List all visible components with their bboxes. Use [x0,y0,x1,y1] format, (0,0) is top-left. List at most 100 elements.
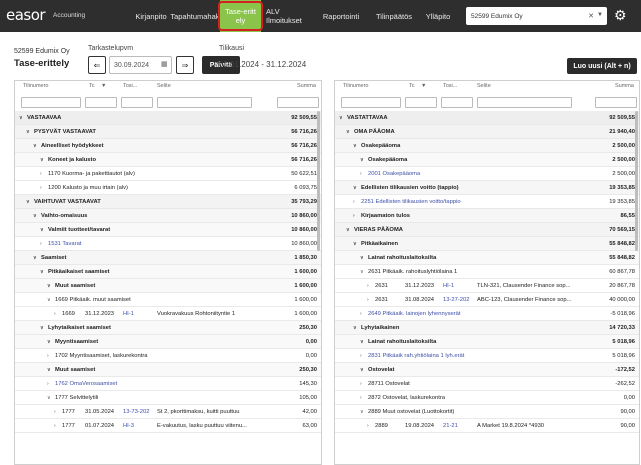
clear-icon[interactable]: ✕ [588,12,594,20]
chevron-down-icon[interactable]: ∨ [47,395,51,401]
chevron-down-icon[interactable]: ∨ [47,297,51,303]
filter-selite-input[interactable] [477,97,572,108]
group-row[interactable]: ∨ VASTAAVAA 92 509,55 [15,111,321,125]
chevron-down-icon[interactable]: ∨ [40,269,44,275]
account-row[interactable]: ∨ 2631 Pitkäaik. rahoituslyhtiölaina 1 60 … [335,265,639,279]
account-row[interactable]: › 2001 Osakepääoma 2 500,00 [335,167,639,181]
chevron-down-icon[interactable]: ∨ [40,227,44,233]
transaction-row[interactable]: › 1777 01.07.2024 HI-3 E-vakuutus, lasku puu… [15,419,321,433]
chevron-down-icon[interactable]: ∨ [40,157,44,163]
chevron-down-icon[interactable]: ∨ [33,255,37,261]
col-header-tosi[interactable]: Tosi... [123,83,137,89]
app-logo[interactable]: easor [6,6,46,24]
chevron-right-icon[interactable]: › [47,381,49,387]
chevron-down-icon[interactable]: ∨ [33,143,37,149]
account-row[interactable]: › 1762 OmaVerosaamiset 145,30 [15,377,321,391]
row-label[interactable]: 2649 Pitkäaik. lainojen lyhennyserät [368,311,461,317]
chevron-down-icon[interactable]: ∨ [40,325,44,331]
chevron-down-icon[interactable]: ∨ [353,325,357,331]
chevron-down-icon[interactable]: ∨ [19,115,23,121]
chevron-down-icon[interactable]: ∨ [339,115,343,121]
group-row[interactable]: ∨ Valmiit tuotteet/tavarat 10 860,00 [15,223,321,237]
chevron-right-icon[interactable]: › [360,311,362,317]
sort-icon[interactable]: ▼ [101,83,106,89]
row-label[interactable]: 2831 Pitkäaik rah.yhtiölaina 1 lyh.erät [368,353,464,359]
group-row[interactable]: ∨ VAIHTUVAT VASTAAVAT 35 793,29 [15,195,321,209]
group-row[interactable]: ∨ Koneet ja kalusto 56 716,26 [15,153,321,167]
chevron-down-icon[interactable]: ∨ [360,409,364,415]
group-row[interactable]: ∨ OMA PÄÄOMA 21 940,40 [335,125,639,139]
chevron-down-icon[interactable]: ∨ [353,185,357,191]
chevron-right-icon[interactable]: › [360,171,362,177]
group-row[interactable]: ∨ Osakepääoma 2 500,00 [335,153,639,167]
filter-summa-input[interactable] [595,97,637,108]
row-label[interactable]: 1531 Tavarat [48,241,81,247]
chevron-right-icon[interactable]: › [353,213,355,219]
transaction-row[interactable]: › 2631 31.08.2024 13-27-202 ABC-123, Clausen… [335,293,639,307]
group-row[interactable]: ∨ Vaihto-omaisuus 10 860,00 [15,209,321,223]
account-row[interactable]: › 1702 Myyntisaamiset, laskurekontra 0,00 [15,349,321,363]
account-row[interactable]: ∨ 2889 Muut ostovelat (Luottokortit) 90,00 [335,405,639,419]
previous-date-button[interactable]: ⇐ [88,56,106,74]
col-header-selite[interactable]: Selite [157,83,171,89]
chevron-down-icon[interactable]: ∨ [353,241,357,247]
filter-account-input[interactable] [21,97,81,108]
nav-yllapito[interactable]: Ylläpito [418,0,458,32]
scrollbar-thumb[interactable] [317,111,320,251]
group-row[interactable]: ∨ Lainat rahoituslaitoksilta 5 018,96 [335,335,639,349]
group-row[interactable]: › Kirjaamaton tulos 86,55 [335,209,639,223]
chevron-right-icon[interactable]: › [367,423,369,429]
chevron-right-icon[interactable]: › [367,297,369,303]
account-row[interactable]: › 2872 Ostovelat, laskurekontra 0,00 [335,391,639,405]
chevron-down-icon[interactable]: ∨ [47,367,51,373]
group-row[interactable]: ∨ Edellisten tilikausien voitto (tappio) 1… [335,181,639,195]
group-row[interactable]: ∨ Pitkäaikaiset saamiset 1 600,00 [15,265,321,279]
col-header-tc[interactable]: Tc [409,83,415,89]
account-row[interactable]: › 28711 Ostovelat -262,52 [335,377,639,391]
chevron-right-icon[interactable]: › [40,185,42,191]
row-label[interactable]: 2251 Edellisten tilikausien voitto/tappi… [361,199,461,205]
calendar-icon[interactable]: ▦ [161,60,168,68]
group-row[interactable]: ∨ Muut saamiset 1 600,00 [15,279,321,293]
group-row[interactable]: ∨ Lainat rahoituslaitoksilta 55 848,82 [335,251,639,265]
chevron-right-icon[interactable]: › [360,381,362,387]
account-row[interactable]: ∨ 1669 Pitkäaik. muut saamiset 1 600,00 [15,293,321,307]
chevron-right-icon[interactable]: › [353,199,355,205]
chevron-right-icon[interactable]: › [40,241,42,247]
create-new-button[interactable]: Luo uusi (Alt + n) [567,58,637,74]
filter-tc-input[interactable] [85,97,117,108]
chevron-right-icon[interactable]: › [360,353,362,359]
group-row[interactable]: ∨ Osakepääoma 2 500,00 [335,139,639,153]
chevron-down-icon[interactable]: ∨ [360,367,364,373]
chevron-down-icon[interactable]: ∨ [353,143,357,149]
nav-kirjanpito[interactable]: Kirjanpito [128,0,174,32]
filter-tc-input[interactable] [405,97,437,108]
col-header-account[interactable]: Tilinumero [343,83,368,89]
col-header-tc[interactable]: Tc [89,83,95,89]
nav-tilinpaatos[interactable]: Tilinpäätös [372,0,416,32]
filter-account-input[interactable] [341,97,401,108]
chevron-down-icon[interactable]: ∨ [360,157,364,163]
chevron-down-icon[interactable]: ∨ [33,213,37,219]
chevron-right-icon[interactable]: › [40,171,42,177]
account-row[interactable]: › 1531 Tavarat 10 860,00 [15,237,321,251]
group-row[interactable]: ∨ Lyhytaikainen 14 720,33 [335,321,639,335]
account-row[interactable]: › 1200 Kalusto ja muu irtain (alv) 6 093,7… [15,181,321,195]
group-row[interactable]: ∨ Ostovelat -172,52 [335,363,639,377]
chevron-down-icon[interactable]: ∨ [47,283,51,289]
chevron-down-icon[interactable]: ∨ [360,255,364,261]
transaction-row[interactable]: › 1669 31.12.2023 HI-1 Vuokravakuus Rohtonii… [15,307,321,321]
nav-raportointi[interactable]: Raportointi [316,0,366,32]
group-row[interactable]: ∨ PYSYVÄT VASTAAVAT 56 716,26 [15,125,321,139]
chevron-down-icon[interactable]: ∨ [346,227,350,233]
group-row[interactable]: ∨ VIERAS PÄÄOMA 70 569,15 [335,223,639,237]
filter-tosi-input[interactable] [441,97,473,108]
nav-alv-ilmoitukset[interactable]: ALV Ilmoitukset [266,0,306,32]
transaction-row[interactable]: › 2889 19.08.2024 21-21 A Market 19.8.2024 *… [335,419,639,433]
nav-tapahtumahaku[interactable]: Tapahtumahaku [170,0,223,32]
group-row[interactable]: ∨ Myyntisaamiset 0,00 [15,335,321,349]
chevron-down-icon[interactable]: ∨ [346,129,350,135]
chevron-down-icon[interactable]: ∨ [26,199,30,205]
row-document-link[interactable]: 21-21 [443,423,458,429]
chevron-down-icon[interactable]: ∨ [360,269,364,275]
